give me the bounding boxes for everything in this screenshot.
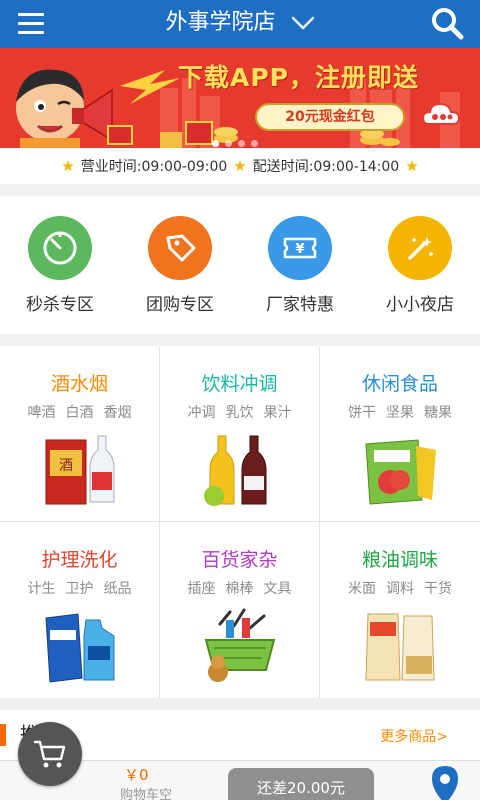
category-liquor[interactable]: 酒水烟 啤酒 白酒 香烟 酒 [0,346,160,522]
category-grain-oil[interactable]: 粮油调味 米面 调料 干货 [320,522,480,698]
category-title: 百货家杂 [201,549,278,571]
app-root: 外事学院店 下载APP，注册即送 20元现金红包 ★ 营业时间:09:00-09… [0,0,480,800]
category-personal-care[interactable]: 护理洗化 计生 卫护 纸品 [0,522,160,698]
category-title: 粮油调味 [361,549,438,571]
category-subs: 啤酒 白酒 香烟 [0,402,159,422]
quick-entry-night-shop[interactable]: 小小夜店 [360,216,480,315]
category-subs: 冲调 乳饮 果汁 [160,402,319,422]
promo-banner[interactable]: 下载APP，注册即送 20元现金红包 [0,48,480,148]
star-icon: ★ [61,157,75,175]
location-pin-icon[interactable] [428,764,462,800]
quick-entry-label: 小小夜店 [386,295,454,315]
quick-entry-label: 厂家特惠 [266,295,334,315]
service-hours: ★ 营业时间:09:00-09:00 ★ 配送时间:09:00-14:00 ★ [0,148,480,184]
sub-item[interactable]: 米面 [348,581,376,597]
quick-entries: 秒杀专区 团购专区 ¥ 厂家特惠 小小夜店 [0,196,480,334]
sub-item[interactable]: 纸品 [104,581,132,597]
category-snacks[interactable]: 休闲食品 饼干 坚果 糖果 [320,346,480,522]
category-subs: 插座 棉棒 文具 [160,578,319,598]
section-accent [0,724,6,746]
carousel-dot[interactable] [251,140,258,147]
rice-image [365,613,435,681]
carousel-dot[interactable] [238,140,245,147]
category-title: 饮料冲调 [201,373,278,395]
top-bar: 外事学院店 [0,0,480,48]
search-icon[interactable] [430,6,464,40]
chevron-down-icon [291,16,314,30]
carousel-dot[interactable] [225,140,232,147]
svg-text:¥: ¥ [295,242,304,257]
sub-item[interactable]: 白酒 [66,405,94,421]
sub-item[interactable]: 卫护 [66,581,94,597]
brand-logo [412,100,470,132]
checkout-button[interactable]: 还差20.00元 [228,768,374,800]
magic-wand-icon [388,216,452,280]
category-title: 护理洗化 [41,549,118,571]
quick-entry-flash-sale[interactable]: 秒杀专区 [0,216,120,315]
category-title: 休闲食品 [361,373,438,395]
drinks-image [204,435,267,506]
cart-button[interactable] [18,722,82,786]
sub-item[interactable]: 调料 [386,581,414,597]
sub-item[interactable]: 坚果 [386,405,414,421]
more-products-link[interactable]: 更多商品> [380,726,448,746]
sub-item[interactable]: 饼干 [348,405,376,421]
category-household[interactable]: 百货家杂 插座 棉棒 文具 [160,522,320,698]
sub-item[interactable]: 香烟 [104,405,132,421]
sub-item[interactable]: 文具 [264,581,292,597]
sub-item[interactable]: 冲调 [188,405,216,421]
detergent-image [45,613,115,683]
sub-item[interactable]: 糖果 [424,405,452,421]
carousel-dot[interactable] [212,140,219,147]
business-hours: 营业时间:09:00-09:00 [80,159,228,175]
snacks-image [365,439,436,505]
category-subs: 计生 卫护 纸品 [0,578,159,598]
category-subs: 饼干 坚果 糖果 [320,402,480,422]
quick-entry-label: 团购专区 [146,295,214,315]
store-name: 外事学院店 [165,10,276,35]
carousel-indicator [212,132,264,148]
cart-icon [33,740,66,768]
category-drinks[interactable]: 饮料冲调 冲调 乳饮 果汁 [160,346,320,522]
quick-entry-manufacturer-deals[interactable]: ¥ 厂家特惠 [240,216,360,315]
banner-headline: 下载APP，注册即送 [178,63,419,92]
cart-status-label: 购物车空 [120,788,173,800]
sub-item[interactable]: 插座 [188,581,216,597]
svg-text:酒: 酒 [59,458,73,474]
timer-icon [28,216,92,280]
sub-item[interactable]: 果汁 [264,405,292,421]
sub-item[interactable]: 计生 [28,581,56,597]
sub-item[interactable]: 啤酒 [28,405,56,421]
sub-item[interactable]: 乳饮 [226,405,254,421]
quick-entry-label: 秒杀专区 [26,295,94,315]
tag-icon [148,216,212,280]
star-icon: ★ [405,157,419,175]
sub-item[interactable]: 干货 [424,581,452,597]
category-grid: 酒水烟 啤酒 白酒 香烟 酒 饮料冲调 冲调 乳饮 果汁 休闲食品 饼干 坚果 糖果 [0,346,480,698]
sub-item[interactable]: 棉棒 [226,581,254,597]
basket-image [204,608,276,682]
star-icon: ★ [233,157,247,175]
quick-entry-group-buy[interactable]: 团购专区 [120,216,240,315]
cloud-logo-icon [421,102,461,125]
banner-pill: 20元现金红包 [255,103,405,131]
liquor-image: 酒 [45,435,115,505]
category-subs: 米面 调料 干货 [320,578,480,598]
category-title: 酒水烟 [50,373,108,395]
delivery-hours: 配送时间:09:00-14:00 [252,159,400,175]
ticket-yen-icon: ¥ [268,216,332,280]
store-selector[interactable]: 外事学院店 [0,6,480,40]
cart-total-price: ￥0 [124,766,149,784]
